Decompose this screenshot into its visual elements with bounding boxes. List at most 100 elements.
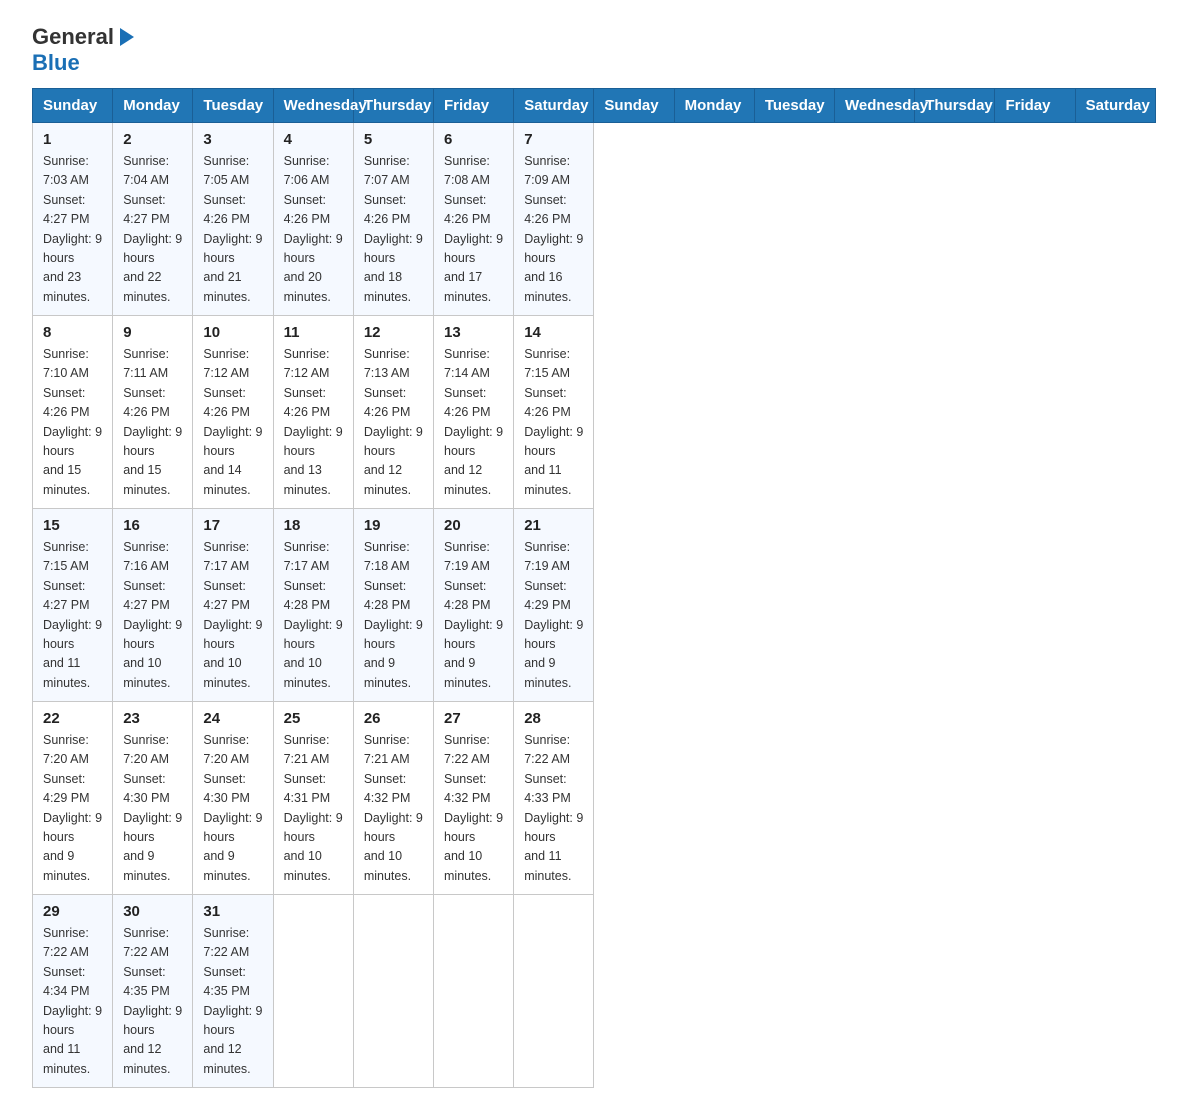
day-info: Sunrise: 7:12 AMSunset: 4:26 PMDaylight:…: [203, 345, 262, 500]
calendar-cell: [273, 895, 353, 1088]
day-number: 15: [43, 517, 102, 534]
day-number: 5: [364, 131, 423, 148]
day-number: 19: [364, 517, 423, 534]
calendar-cell: 14 Sunrise: 7:15 AMSunset: 4:26 PMDayligh…: [514, 316, 594, 509]
calendar-cell: 29 Sunrise: 7:22 AMSunset: 4:34 PMDayligh…: [33, 895, 113, 1088]
day-number: 3: [203, 131, 262, 148]
calendar-cell: 7Sunrise: 7:09 AMSunset: 4:26 PMDaylight…: [514, 123, 594, 316]
calendar-cell: 27Sunrise: 7:22 AMSunset: 4:32 PMDayligh…: [434, 702, 514, 895]
calendar-cell: 13 Sunrise: 7:14 AMSunset: 4:26 PMDayligh…: [434, 316, 514, 509]
calendar-cell: 24 Sunrise: 7:20 AMSunset: 4:30 PMDayligh…: [193, 702, 273, 895]
day-info: Sunrise: 7:08 AMSunset: 4:26 PMDaylight:…: [444, 152, 503, 307]
day-info: Sunrise: 7:15 AMSunset: 4:26 PMDaylight:…: [524, 345, 583, 500]
calendar-cell: 5 Sunrise: 7:07 AMSunset: 4:26 PMDaylight…: [353, 123, 433, 316]
day-number: 6: [444, 131, 503, 148]
col-header-wednesday: Wednesday: [835, 89, 915, 123]
calendar-header-row: SundayMondayTuesdayWednesdayThursdayFrid…: [33, 89, 1156, 123]
calendar-cell: 1 Sunrise: 7:03 AMSunset: 4:27 PMDaylight…: [33, 123, 113, 316]
calendar-cell: 8Sunrise: 7:10 AMSunset: 4:26 PMDaylight…: [33, 316, 113, 509]
day-number: 13: [444, 324, 503, 341]
calendar-cell: 30 Sunrise: 7:22 AMSunset: 4:35 PMDayligh…: [113, 895, 193, 1088]
day-info: Sunrise: 7:13 AMSunset: 4:26 PMDaylight:…: [364, 345, 423, 500]
day-info: Sunrise: 7:17 AMSunset: 4:28 PMDaylight:…: [284, 538, 343, 693]
day-number: 21: [524, 517, 583, 534]
col-header-tuesday: Tuesday: [193, 89, 273, 123]
day-info: Sunrise: 7:14 AMSunset: 4:26 PMDaylight:…: [444, 345, 503, 500]
col-header-sunday: Sunday: [594, 89, 674, 123]
calendar-cell: 6 Sunrise: 7:08 AMSunset: 4:26 PMDaylight…: [434, 123, 514, 316]
logo: General Blue: [32, 24, 138, 76]
calendar-cell: 10 Sunrise: 7:12 AMSunset: 4:26 PMDayligh…: [193, 316, 273, 509]
col-header-friday: Friday: [434, 89, 514, 123]
calendar-cell: 25Sunrise: 7:21 AMSunset: 4:31 PMDayligh…: [273, 702, 353, 895]
calendar-week-row: 1 Sunrise: 7:03 AMSunset: 4:27 PMDaylight…: [33, 123, 1156, 316]
day-info: Sunrise: 7:18 AMSunset: 4:28 PMDaylight:…: [364, 538, 423, 693]
calendar-cell: 20Sunrise: 7:19 AMSunset: 4:28 PMDayligh…: [434, 509, 514, 702]
day-number: 2: [123, 131, 182, 148]
day-info: Sunrise: 7:22 AMSunset: 4:34 PMDaylight:…: [43, 924, 102, 1079]
calendar-cell: 9Sunrise: 7:11 AMSunset: 4:26 PMDaylight…: [113, 316, 193, 509]
col-header-friday: Friday: [995, 89, 1075, 123]
calendar-cell: 18Sunrise: 7:17 AMSunset: 4:28 PMDayligh…: [273, 509, 353, 702]
day-info: Sunrise: 7:20 AMSunset: 4:29 PMDaylight:…: [43, 731, 102, 886]
col-header-thursday: Thursday: [353, 89, 433, 123]
calendar-cell: 11 Sunrise: 7:12 AMSunset: 4:26 PMDayligh…: [273, 316, 353, 509]
calendar-cell: 2Sunrise: 7:04 AMSunset: 4:27 PMDaylight…: [113, 123, 193, 316]
day-info: Sunrise: 7:11 AMSunset: 4:26 PMDaylight:…: [123, 345, 182, 500]
day-number: 29: [43, 903, 102, 920]
day-number: 25: [284, 710, 343, 727]
col-header-saturday: Saturday: [1075, 89, 1155, 123]
day-info: Sunrise: 7:07 AMSunset: 4:26 PMDaylight:…: [364, 152, 423, 307]
calendar-week-row: 29 Sunrise: 7:22 AMSunset: 4:34 PMDayligh…: [33, 895, 1156, 1088]
col-header-wednesday: Wednesday: [273, 89, 353, 123]
day-number: 23: [123, 710, 182, 727]
day-number: 14: [524, 324, 583, 341]
calendar-cell: 26Sunrise: 7:21 AMSunset: 4:32 PMDayligh…: [353, 702, 433, 895]
day-number: 26: [364, 710, 423, 727]
day-number: 24: [203, 710, 262, 727]
day-number: 22: [43, 710, 102, 727]
day-number: 4: [284, 131, 343, 148]
calendar-cell: 28Sunrise: 7:22 AMSunset: 4:33 PMDayligh…: [514, 702, 594, 895]
col-header-monday: Monday: [674, 89, 754, 123]
calendar-cell: 23 Sunrise: 7:20 AMSunset: 4:30 PMDayligh…: [113, 702, 193, 895]
day-number: 1: [43, 131, 102, 148]
calendar-cell: 4 Sunrise: 7:06 AMSunset: 4:26 PMDaylight…: [273, 123, 353, 316]
calendar-cell: [514, 895, 594, 1088]
day-info: Sunrise: 7:20 AMSunset: 4:30 PMDaylight:…: [203, 731, 262, 886]
day-info: Sunrise: 7:06 AMSunset: 4:26 PMDaylight:…: [284, 152, 343, 307]
day-info: Sunrise: 7:05 AMSunset: 4:26 PMDaylight:…: [203, 152, 262, 307]
calendar-cell: [434, 895, 514, 1088]
page-header: General Blue: [32, 24, 1156, 76]
calendar-cell: 17 Sunrise: 7:17 AMSunset: 4:27 PMDayligh…: [193, 509, 273, 702]
day-number: 17: [203, 517, 262, 534]
day-number: 8: [43, 324, 102, 341]
col-header-saturday: Saturday: [514, 89, 594, 123]
day-info: Sunrise: 7:16 AMSunset: 4:27 PMDaylight:…: [123, 538, 182, 693]
day-number: 20: [444, 517, 503, 534]
calendar-cell: 15Sunrise: 7:15 AMSunset: 4:27 PMDayligh…: [33, 509, 113, 702]
day-info: Sunrise: 7:17 AMSunset: 4:27 PMDaylight:…: [203, 538, 262, 693]
calendar-cell: 3 Sunrise: 7:05 AMSunset: 4:26 PMDaylight…: [193, 123, 273, 316]
calendar-week-row: 8Sunrise: 7:10 AMSunset: 4:26 PMDaylight…: [33, 316, 1156, 509]
calendar-week-row: 22 Sunrise: 7:20 AMSunset: 4:29 PMDayligh…: [33, 702, 1156, 895]
col-header-monday: Monday: [113, 89, 193, 123]
day-number: 10: [203, 324, 262, 341]
day-info: Sunrise: 7:03 AMSunset: 4:27 PMDaylight:…: [43, 152, 102, 307]
day-info: Sunrise: 7:22 AMSunset: 4:35 PMDaylight:…: [203, 924, 262, 1079]
day-info: Sunrise: 7:22 AMSunset: 4:35 PMDaylight:…: [123, 924, 182, 1079]
day-info: Sunrise: 7:12 AMSunset: 4:26 PMDaylight:…: [284, 345, 343, 500]
calendar-cell: 21Sunrise: 7:19 AMSunset: 4:29 PMDayligh…: [514, 509, 594, 702]
calendar-cell: 12Sunrise: 7:13 AMSunset: 4:26 PMDayligh…: [353, 316, 433, 509]
calendar-cell: 22 Sunrise: 7:20 AMSunset: 4:29 PMDayligh…: [33, 702, 113, 895]
day-number: 30: [123, 903, 182, 920]
calendar-cell: [353, 895, 433, 1088]
day-number: 16: [123, 517, 182, 534]
col-header-sunday: Sunday: [33, 89, 113, 123]
day-number: 11: [284, 324, 343, 341]
calendar-table: SundayMondayTuesdayWednesdayThursdayFrid…: [32, 88, 1156, 1088]
day-info: Sunrise: 7:22 AMSunset: 4:33 PMDaylight:…: [524, 731, 583, 886]
logo-arrow-icon: [116, 26, 138, 48]
day-info: Sunrise: 7:20 AMSunset: 4:30 PMDaylight:…: [123, 731, 182, 886]
calendar-cell: 19 Sunrise: 7:18 AMSunset: 4:28 PMDayligh…: [353, 509, 433, 702]
